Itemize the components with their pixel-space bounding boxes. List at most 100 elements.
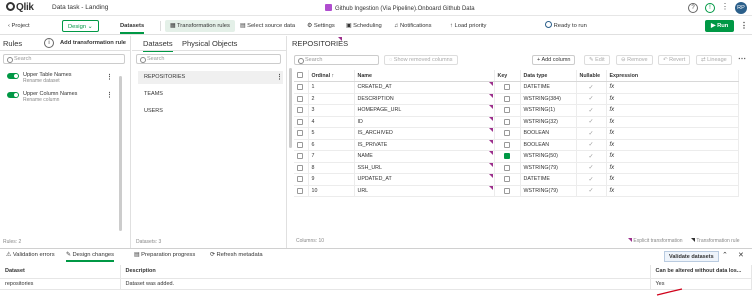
rules-search-input[interactable]: Search [3, 54, 125, 64]
rules-scrollbar[interactable] [119, 76, 122, 231]
avatar[interactable]: RP [735, 2, 747, 14]
run-button[interactable]: ▶ Run [705, 20, 735, 32]
expression-fx-icon[interactable]: fx [606, 150, 739, 163]
row-checkbox[interactable] [294, 116, 309, 128]
apps-grid-icon[interactable]: ⋮ [720, 3, 730, 13]
add-column-button[interactable]: + Add column [532, 55, 576, 65]
row-checkbox[interactable] [294, 173, 309, 186]
rule-more-icon[interactable]: ⋮ [106, 73, 113, 81]
load-priority-button[interactable]: ↑ Load priority [450, 20, 486, 32]
rule-item-upper-column-names[interactable]: Upper Column Names Rename column [7, 91, 77, 103]
row-checkbox[interactable] [294, 139, 309, 151]
key-checkbox[interactable] [504, 164, 510, 171]
row-checkbox[interactable] [294, 185, 309, 197]
cell-key[interactable] [494, 150, 521, 163]
tab-preparation-progress[interactable]: ▤ Preparation progress [134, 252, 195, 258]
table-row[interactable]: 7 NAME WSTRING(50) ✓ fx [294, 150, 739, 163]
table-row[interactable]: 10 URL WSTRING(79) ✓ fx [294, 185, 739, 197]
datasets-search-input[interactable]: Search [136, 54, 281, 64]
collapse-panel-icon[interactable]: ⌃ [722, 251, 728, 259]
column-header-key[interactable]: Key [494, 70, 521, 82]
close-icon[interactable]: ✕ [738, 251, 744, 259]
dataset-item-repositories[interactable]: REPOSITORIES [138, 71, 283, 84]
cell-key[interactable] [494, 116, 521, 128]
lineage-button[interactable]: ⇄ Lineage [696, 55, 732, 65]
expression-fx-icon[interactable]: fx [606, 104, 739, 117]
expression-fx-icon[interactable]: fx [606, 185, 739, 197]
expression-fx-icon[interactable]: fx [606, 162, 739, 174]
cell-key[interactable] [494, 93, 521, 105]
cell-key[interactable] [494, 127, 521, 140]
pipeline-breadcrumb[interactable]: Github Ingestion (Via Pipeline).Onboard … [325, 4, 475, 12]
tab-validation-errors[interactable]: ⚠ Validation errors [6, 252, 55, 258]
row-checkbox[interactable] [294, 93, 309, 105]
table-row[interactable]: repositories Dataset was added. Yes [0, 278, 752, 290]
table-row[interactable]: 5 IS_ARCHIVED BOOLEAN ✓ fx [294, 127, 739, 140]
key-checkbox[interactable] [504, 141, 510, 148]
cell-key[interactable] [494, 162, 521, 174]
tab-design-changes[interactable]: ✎ Design changes [66, 252, 115, 262]
show-removed-columns-button[interactable]: ◌ Show removed columns [384, 55, 458, 65]
more-actions-icon[interactable]: ⋯ [738, 54, 746, 63]
expression-fx-icon[interactable]: fx [606, 173, 739, 186]
cell-key[interactable] [494, 81, 521, 94]
transformation-rules-button[interactable]: ▦ Transformation rules [165, 20, 235, 32]
expression-fx-icon[interactable]: fx [606, 127, 739, 140]
columns-search-input[interactable]: Search [294, 55, 379, 65]
edit-button[interactable]: ✎ Edit [584, 55, 610, 65]
scheduling-button[interactable]: ▣ Scheduling [346, 20, 382, 32]
row-checkbox[interactable] [294, 162, 309, 174]
key-checkbox[interactable] [504, 95, 510, 102]
column-header-nullable[interactable]: Nullable [576, 70, 607, 82]
tab-datasets[interactable]: Datasets [120, 20, 145, 34]
column-header-data-type[interactable]: Data type [520, 70, 577, 82]
qlik-logo[interactable]: Qlik [6, 2, 34, 13]
tab-physical-objects[interactable]: Physical Objects [182, 39, 237, 48]
expression-fx-icon[interactable]: fx [606, 139, 739, 151]
remove-button[interactable]: ⊖ Remove [616, 55, 653, 65]
column-header-name[interactable]: Name [354, 70, 495, 82]
table-row[interactable]: 6 IS_PRIVATE BOOLEAN ✓ fx [294, 139, 739, 151]
table-row[interactable]: 8 SSH_URL WSTRING(79) ✓ fx [294, 162, 739, 174]
expression-fx-icon[interactable]: fx [606, 116, 739, 128]
cell-key[interactable] [494, 104, 521, 117]
cell-key[interactable] [494, 173, 521, 186]
expression-fx-icon[interactable]: fx [606, 93, 739, 105]
more-menu-icon[interactable]: ⋮ [740, 20, 748, 32]
key-checkbox[interactable] [504, 107, 510, 114]
table-row[interactable]: 4 ID WSTRING(32) ✓ fx [294, 116, 739, 128]
dataset-item-users[interactable]: USERS [138, 105, 283, 118]
row-checkbox[interactable] [294, 104, 309, 117]
add-transformation-rule-button[interactable]: Add transformation rule [60, 40, 126, 46]
select-all-checkbox[interactable] [294, 70, 309, 82]
validate-datasets-button[interactable]: Validate datasets [664, 251, 719, 262]
rule-item-upper-table-names[interactable]: Upper Table Names Rename dataset [7, 72, 72, 84]
rule-toggle[interactable] [7, 73, 19, 79]
row-checkbox[interactable] [294, 81, 309, 94]
back-to-project-button[interactable]: ‹ Project [8, 20, 30, 32]
revert-button[interactable]: ↶ Revert [658, 55, 691, 65]
table-row[interactable]: 3 HOMEPAGE_URL WSTRING(1) ✓ fx [294, 104, 739, 117]
header-description[interactable]: Description [120, 265, 651, 279]
key-checkbox[interactable] [504, 187, 510, 194]
dataset-more-icon[interactable]: ⋮ [276, 73, 283, 81]
settings-button[interactable]: ⚙ Settings [307, 20, 335, 32]
notifications-button[interactable]: ♫ Notifications [394, 20, 432, 32]
table-row[interactable]: 9 UPDATED_AT DATETIME ✓ fx [294, 173, 739, 186]
column-header-expression[interactable]: Expression [606, 70, 739, 82]
table-row[interactable]: 1 CREATED_AT DATETIME ✓ fx [294, 81, 739, 94]
key-checkbox[interactable] [504, 130, 510, 137]
rule-toggle[interactable] [7, 92, 19, 98]
key-checkbox[interactable] [504, 118, 510, 125]
expression-fx-icon[interactable]: fx [606, 81, 739, 94]
refresh-metadata-button[interactable]: ⟳ Refresh metadata [210, 252, 263, 258]
rule-more-icon[interactable]: ⋮ [106, 91, 113, 99]
cell-key[interactable] [494, 139, 521, 151]
select-source-data-button[interactable]: ▤ Select source data [240, 20, 295, 32]
dataset-item-teams[interactable]: TEAMS [138, 88, 283, 101]
header-can-be-altered[interactable]: Can be altered without data los... [650, 265, 752, 279]
table-row[interactable]: 2 DESCRIPTION WSTRING(384) ✓ fx [294, 93, 739, 105]
cell-key[interactable] [494, 185, 521, 197]
row-checkbox[interactable] [294, 150, 309, 163]
key-checkbox[interactable] [504, 84, 510, 91]
